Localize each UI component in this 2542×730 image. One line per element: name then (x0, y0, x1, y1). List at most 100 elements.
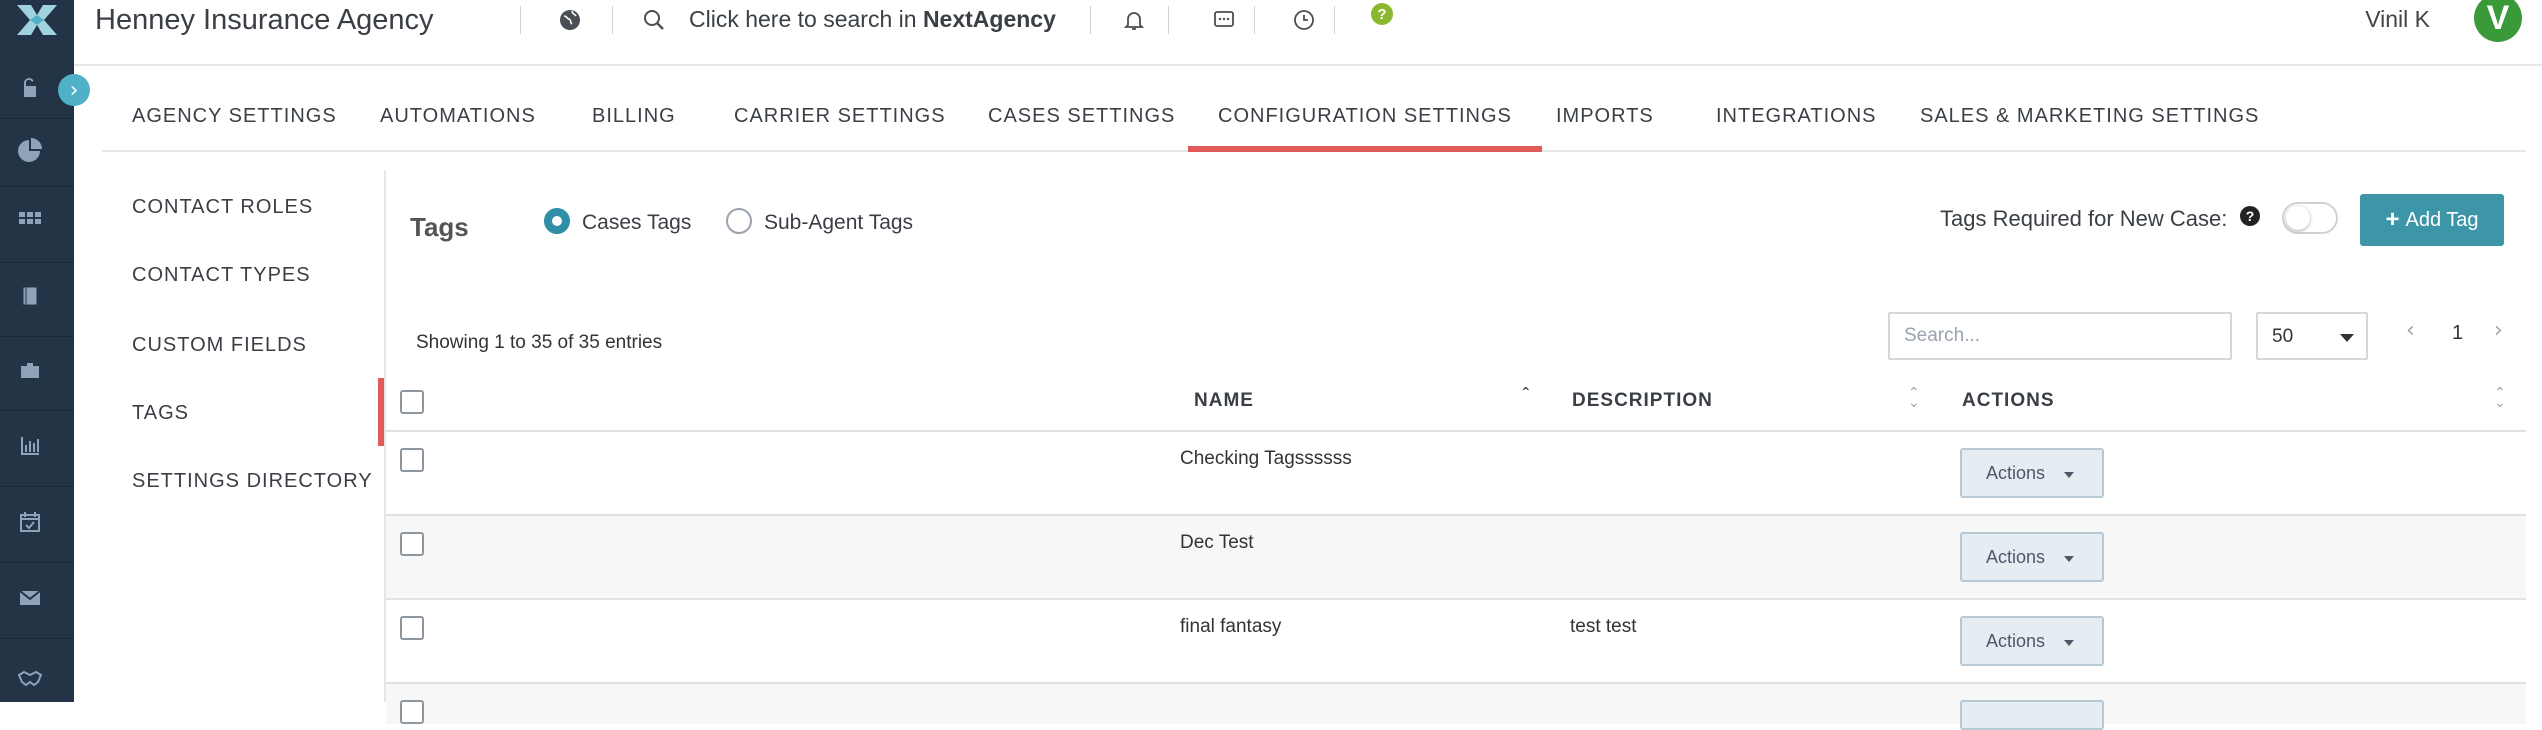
actions-label: Actions (1986, 462, 2046, 483)
question-icon[interactable]: ? (2240, 206, 2260, 226)
divider (520, 6, 521, 34)
tag-name: Dec Test (1180, 532, 1254, 553)
clock-icon[interactable] (1290, 6, 1318, 34)
divider (0, 486, 74, 487)
tags-required-label: Tags Required for New Case: (1940, 206, 2228, 231)
search-icon[interactable] (640, 6, 668, 34)
divider (1334, 6, 1335, 34)
cases-tags-label[interactable]: Cases Tags (582, 211, 691, 235)
tab-agency-settings[interactable]: AGENCY SETTINGS (102, 80, 367, 152)
search-brand: NextAgency (922, 6, 1056, 32)
agency-name: Henney Insurance Agency (95, 4, 434, 36)
pie-chart-icon[interactable] (0, 120, 60, 180)
row-checkbox[interactable] (400, 616, 424, 640)
tab-configuration-settings[interactable]: CONFIGURATION SETTINGS (1188, 80, 1542, 152)
tab-carrier-settings[interactable]: CARRIER SETTINGS (704, 80, 976, 152)
submenu-settings-directory[interactable]: SETTINGS DIRECTORY (132, 470, 373, 493)
search-prefix: Click here to search in (689, 6, 923, 32)
config-submenu: CONTACT ROLES CONTACT TYPES CUSTOM FIELD… (102, 170, 384, 702)
column-actions[interactable]: ACTIONS (1962, 390, 2055, 412)
settings-tabs: AGENCY SETTINGS AUTOMATIONS BILLING CARR… (102, 80, 2526, 152)
table-row: final fantasy test test Actions (386, 600, 2526, 684)
table-search-input[interactable] (1888, 312, 2232, 360)
left-sidebar (0, 0, 74, 702)
actions-dropdown[interactable] (1960, 700, 2104, 730)
help-icon[interactable]: ? (1368, 0, 1396, 28)
divider (1168, 6, 1169, 34)
current-page[interactable]: 1 (2452, 322, 2463, 345)
submenu-contact-roles[interactable]: CONTACT ROLES (132, 196, 313, 219)
tag-name: Checking Tagssssss (1180, 448, 1352, 469)
tab-cases-settings[interactable]: CASES SETTINGS (958, 80, 1205, 152)
actions-label: Actions (1986, 630, 2046, 651)
cases-tags-radio[interactable] (544, 208, 570, 234)
page-size-value: 50 (2272, 326, 2294, 347)
submenu-custom-fields[interactable]: CUSTOM FIELDS (132, 334, 307, 357)
handshake-icon[interactable] (0, 648, 60, 708)
row-checkbox[interactable] (400, 532, 424, 556)
divider (1090, 6, 1091, 34)
table-row (386, 684, 2526, 730)
row-checkbox[interactable] (400, 700, 424, 724)
calendar-check-icon[interactable] (0, 492, 60, 552)
add-tag-label: Add Tag (2405, 208, 2479, 231)
divider (0, 638, 74, 639)
divider (0, 262, 74, 263)
tag-name: final fantasy (1180, 616, 1282, 637)
avatar[interactable]: V (2474, 0, 2522, 42)
caret-down-icon (2064, 472, 2074, 478)
table-header: NAME ⌃ DESCRIPTION ⌃ ⌄ ACTIONS ⌃ ⌄ (386, 376, 2526, 432)
sub-agent-tags-label[interactable]: Sub-Agent Tags (764, 211, 913, 235)
book-icon[interactable] (0, 266, 60, 326)
actions-dropdown[interactable]: Actions (1960, 616, 2104, 666)
global-search[interactable]: Click here to search in NextAgency (689, 6, 1056, 33)
divider (612, 6, 613, 34)
sort-icon[interactable]: ⌃ ⌄ (1908, 386, 1920, 410)
chevron-down-icon (2340, 334, 2354, 342)
tab-billing[interactable]: BILLING (562, 80, 706, 152)
mail-icon[interactable] (0, 568, 60, 628)
page-size-select[interactable]: 50 (2256, 312, 2368, 360)
tab-integrations[interactable]: INTEGRATIONS (1686, 80, 1907, 152)
submenu-contact-types[interactable]: CONTACT TYPES (132, 264, 311, 287)
grid-icon[interactable] (0, 190, 60, 250)
unlock-icon[interactable] (0, 58, 60, 118)
next-page-icon[interactable]: › (2494, 318, 2503, 343)
divider (0, 186, 74, 187)
globe-icon[interactable] (556, 6, 584, 34)
prev-page-icon[interactable]: ‹ (2406, 318, 2415, 343)
tab-imports[interactable]: IMPORTS (1526, 80, 1684, 152)
divider (0, 410, 74, 411)
message-icon[interactable] (1210, 6, 1238, 34)
tags-required-toggle[interactable] (2282, 202, 2338, 234)
add-tag-button[interactable]: + Add Tag (2360, 194, 2504, 246)
briefcase-icon[interactable] (0, 340, 60, 400)
nextagency-logo[interactable] (0, 0, 74, 40)
actions-dropdown[interactable]: Actions (1960, 448, 2104, 498)
caret-down-icon (2064, 640, 2074, 646)
sort-icon[interactable]: ⌃ ⌄ (2494, 386, 2506, 410)
select-all-checkbox[interactable] (400, 390, 424, 414)
submenu-tags[interactable]: TAGS (132, 402, 189, 425)
bell-icon[interactable] (1120, 6, 1148, 34)
sub-agent-tags-radio[interactable] (726, 208, 752, 234)
bar-chart-icon[interactable] (0, 416, 60, 476)
caret-down-icon (2064, 556, 2074, 562)
divider (0, 336, 74, 337)
actions-dropdown[interactable]: Actions (1960, 532, 2104, 582)
tag-description: test test (1570, 616, 1637, 637)
tab-automations[interactable]: AUTOMATIONS (350, 80, 566, 152)
column-name[interactable]: NAME (1194, 390, 1254, 412)
tab-sales-marketing-settings[interactable]: SALES & MARKETING SETTINGS (1890, 80, 2289, 152)
row-checkbox[interactable] (400, 448, 424, 472)
table-row: Checking Tagssssss Actions (386, 432, 2526, 516)
sort-asc-icon[interactable]: ⌃ (1520, 386, 1532, 400)
expand-sidebar-button[interactable]: › (58, 74, 90, 106)
divider (0, 118, 74, 119)
column-description[interactable]: DESCRIPTION (1572, 390, 1713, 412)
entries-info: Showing 1 to 35 of 35 entries (416, 332, 663, 353)
user-name[interactable]: Vinil K (2365, 6, 2430, 33)
top-header: Henney Insurance Agency Click here to se… (74, 0, 2542, 66)
table-row: Dec Test Actions (386, 516, 2526, 600)
active-indicator (378, 378, 384, 446)
